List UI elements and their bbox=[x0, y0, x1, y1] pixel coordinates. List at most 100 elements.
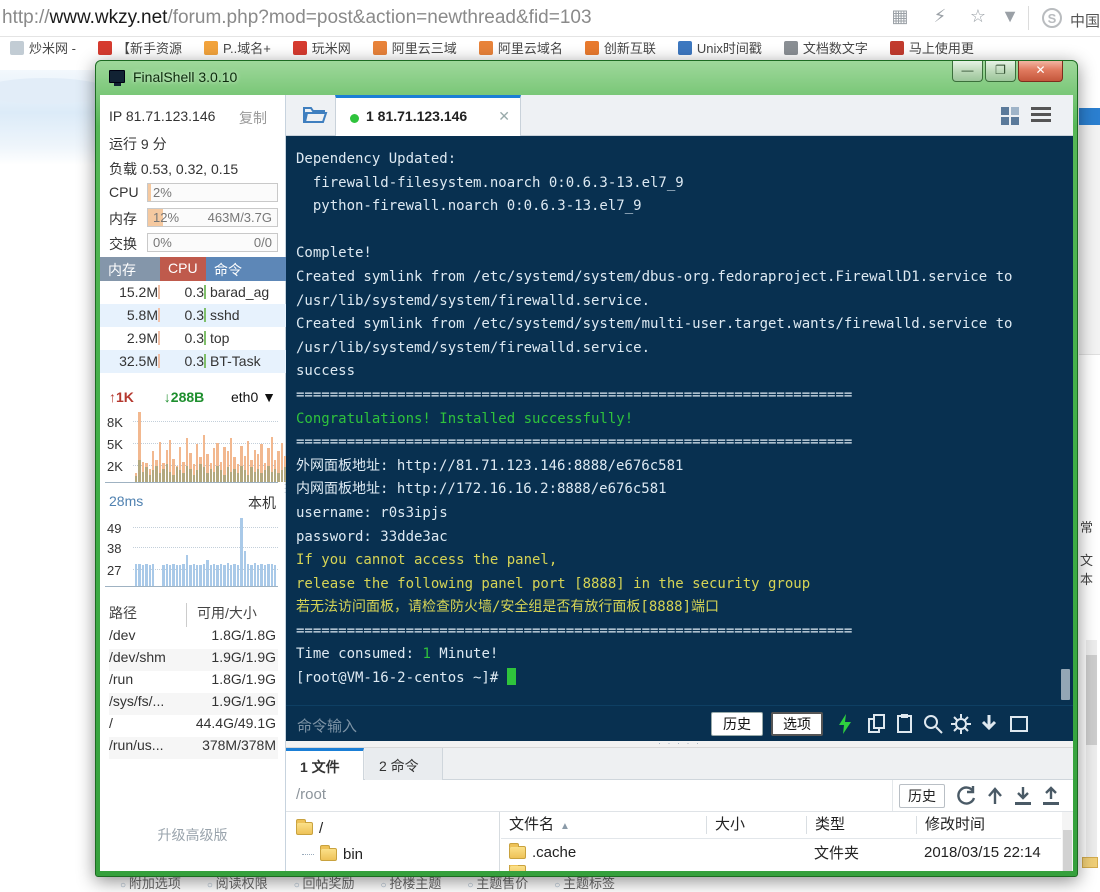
forum-option[interactable]: 主题售价 bbox=[467, 876, 528, 891]
address-bar[interactable]: http://www.wkzy.net/forum.php?mod=post&a… bbox=[0, 0, 1100, 37]
file-table-header[interactable]: 文件名▲ 大小 类型 修改时间 bbox=[501, 812, 1061, 839]
panel-splitter[interactable]: · · · · · bbox=[286, 741, 1073, 748]
file-row-partial[interactable] bbox=[501, 865, 1061, 871]
monitor-sidebar: IP 81.71.123.146 复制 运行 9 分 负载 0.53, 0.32… bbox=[100, 95, 286, 871]
process-row[interactable]: 2.9M0.3top bbox=[100, 327, 286, 350]
disk-row[interactable]: /run/us...378M/378M bbox=[109, 737, 278, 759]
up-level-icon[interactable] bbox=[985, 786, 1005, 806]
tab-commands[interactable]: 2 命令 bbox=[365, 748, 443, 780]
folder-icon bbox=[296, 822, 313, 835]
disk-table[interactable]: 路径 可用/大小 /dev1.8G/1.8G/dev/shm1.9G/1.9G/… bbox=[109, 603, 278, 759]
col-command[interactable]: 命令 bbox=[206, 257, 286, 281]
tab-close-icon[interactable]: ✕ bbox=[498, 108, 510, 125]
bookmark-item[interactable]: 文档数文字 bbox=[784, 38, 868, 57]
refresh-icon[interactable] bbox=[957, 786, 977, 806]
disk-row[interactable]: /44.4G/49.1G bbox=[109, 715, 278, 737]
command-input[interactable]: 命令输入 bbox=[297, 715, 357, 736]
bookmark-item[interactable]: 阿里云域名 bbox=[479, 38, 563, 57]
col-mtime[interactable]: 修改时间 bbox=[916, 816, 1061, 834]
options-button[interactable]: 选项 bbox=[771, 712, 823, 736]
process-table[interactable]: 内存 CPU 命令 15.2M0.3barad_ag5.8M0.3sshd2.9… bbox=[100, 257, 286, 373]
bookmark-item[interactable]: 炒米网 - bbox=[10, 38, 76, 57]
bookmark-item[interactable]: 玩米网 bbox=[293, 38, 351, 57]
bookmark-item[interactable]: 创新互联 bbox=[585, 38, 656, 57]
forum-option[interactable]: 附加选项 bbox=[120, 876, 181, 891]
settings-gear-icon[interactable] bbox=[951, 714, 971, 734]
disk-row[interactable]: /sys/fs/...1.9G/1.9G bbox=[109, 693, 278, 715]
disk-row[interactable]: /dev1.8G/1.8G bbox=[109, 627, 278, 649]
memory-label: 内存 bbox=[109, 209, 137, 229]
window-body: IP 81.71.123.146 复制 运行 9 分 负载 0.53, 0.32… bbox=[100, 95, 1073, 871]
power-bolt-icon[interactable] bbox=[835, 714, 855, 734]
bookmark-favicon bbox=[10, 41, 24, 55]
forum-option[interactable]: 主题标签 bbox=[554, 876, 615, 891]
search-icon[interactable] bbox=[923, 714, 943, 734]
col-path[interactable]: 路径 bbox=[109, 603, 187, 627]
process-row[interactable]: 32.5M0.3BT-Task bbox=[100, 350, 286, 373]
history-button[interactable]: 历史 bbox=[711, 712, 763, 736]
copy-ip-link[interactable]: 复制 bbox=[239, 108, 267, 128]
tree-item-root[interactable]: / bbox=[296, 817, 323, 839]
maximize-button[interactable]: ❐ bbox=[985, 61, 1016, 82]
disk-row[interactable]: /dev/shm1.9G/1.9G bbox=[109, 649, 278, 671]
process-row[interactable]: 15.2M0.3barad_ag bbox=[100, 281, 286, 304]
bookmark-item[interactable]: 马上使用更 bbox=[890, 38, 974, 57]
upload-file-icon[interactable] bbox=[1041, 786, 1061, 806]
copy-icon[interactable] bbox=[867, 714, 887, 734]
path-history-button[interactable]: 历史 bbox=[899, 784, 945, 808]
open-folder-icon[interactable] bbox=[302, 104, 328, 124]
col-cpu[interactable]: CPU bbox=[160, 257, 206, 281]
terminal[interactable]: Dependency Updated: firewalld-filesystem… bbox=[286, 136, 1073, 741]
swap-label: 交换 bbox=[109, 234, 137, 254]
disk-table-header[interactable]: 路径 可用/大小 bbox=[109, 603, 278, 627]
menu-icon[interactable] bbox=[1031, 107, 1051, 123]
upgrade-premium-link[interactable]: 升级高级版 bbox=[100, 825, 285, 845]
disk-row[interactable]: /run1.8G/1.9G bbox=[109, 671, 278, 693]
download-arrow-icon[interactable] bbox=[979, 714, 999, 734]
forum-option[interactable]: 回帖奖励 bbox=[294, 876, 355, 891]
ping-target[interactable]: 本机 bbox=[248, 493, 276, 513]
tab-files[interactable]: 1 文件 bbox=[286, 748, 364, 780]
forum-option[interactable]: 抢楼主题 bbox=[381, 876, 442, 891]
memory-pct: 12% bbox=[153, 210, 179, 225]
minimize-button[interactable]: — bbox=[952, 61, 983, 82]
layout-grid-icon[interactable] bbox=[1001, 107, 1019, 125]
download-file-icon[interactable] bbox=[1013, 786, 1033, 806]
file-scrollbar-thumb[interactable] bbox=[1063, 830, 1072, 871]
col-memory[interactable]: 内存 bbox=[100, 257, 160, 281]
bookmark-item[interactable]: 【新手资源 bbox=[98, 38, 182, 57]
col-avail-size[interactable]: 可用/大小 bbox=[187, 603, 257, 627]
page-scrollbar-thumb[interactable] bbox=[1086, 655, 1097, 745]
col-type[interactable]: 类型 bbox=[806, 816, 916, 834]
file-row[interactable]: .cache文件夹2018/03/15 22:14 bbox=[501, 839, 1061, 865]
session-tab[interactable]: 1 81.71.123.146 ✕ bbox=[335, 95, 521, 136]
flash-icon[interactable]: ⚡ bbox=[928, 6, 952, 27]
terminal-scrollbar-thumb[interactable] bbox=[1061, 669, 1070, 700]
qr-code-icon[interactable]: ▦ bbox=[888, 6, 912, 27]
sogou-logo-icon[interactable]: S bbox=[1042, 8, 1062, 28]
bookmark-item[interactable]: P..域名+ bbox=[204, 38, 271, 57]
col-size[interactable]: 大小 bbox=[706, 816, 806, 834]
tree-connector bbox=[302, 854, 314, 855]
process-table-header[interactable]: 内存 CPU 命令 bbox=[100, 257, 286, 281]
forum-option[interactable]: 阅读权限 bbox=[207, 876, 268, 891]
path-input[interactable]: /root bbox=[286, 780, 893, 811]
tree-item-bin[interactable]: bin bbox=[302, 843, 363, 865]
file-table[interactable]: 文件名▲ 大小 类型 修改时间 .cache文件夹2018/03/15 22:1… bbox=[501, 812, 1061, 871]
interface-select[interactable]: eth0 ▼ bbox=[231, 389, 276, 405]
window-titlebar[interactable]: FinalShell 3.0.10 — ❐ ✕ bbox=[96, 61, 1077, 95]
fullscreen-icon[interactable] bbox=[1009, 714, 1029, 734]
directory-tree[interactable]: / bin bbox=[286, 812, 500, 871]
ytick: 2K bbox=[107, 459, 123, 474]
bookmark-star-icon[interactable]: ☆ bbox=[966, 6, 990, 27]
bookmark-item[interactable]: 阿里云三域 bbox=[373, 38, 457, 57]
bookmark-item[interactable]: Unix时间戳 bbox=[678, 38, 762, 57]
process-row[interactable]: 5.8M0.3sshd bbox=[100, 304, 286, 327]
paste-icon[interactable] bbox=[895, 714, 915, 734]
command-input-bar[interactable]: 命令输入 历史 选项 bbox=[286, 705, 1073, 741]
col-filename[interactable]: 文件名▲ bbox=[501, 816, 706, 834]
url-text[interactable]: http://www.wkzy.net/forum.php?mod=post&a… bbox=[2, 7, 592, 29]
close-button[interactable]: ✕ bbox=[1018, 61, 1063, 82]
chevron-down-icon[interactable]: ▼ bbox=[998, 6, 1022, 27]
file-scrollbar[interactable] bbox=[1062, 812, 1073, 871]
